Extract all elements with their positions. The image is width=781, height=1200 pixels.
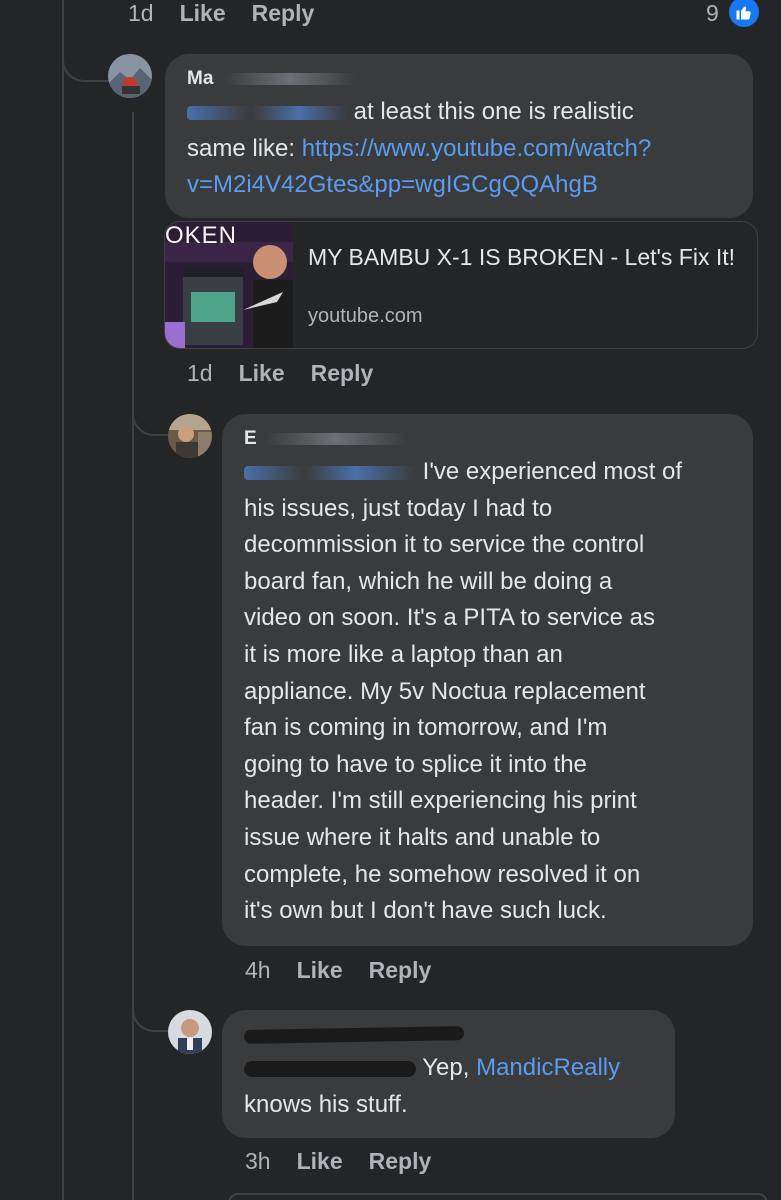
like-button[interactable]: Like — [297, 1148, 343, 1175]
video-thumbnail: OKEN — [165, 222, 293, 348]
comment-text: Yep, MandicReally knows his stuff. — [244, 1054, 621, 1118]
comment-thread: 1d Like Reply 9 Ma at least this one is … — [0, 0, 781, 1200]
avatar[interactable] — [108, 54, 152, 98]
thread-line-outer — [62, 0, 64, 1200]
redacted-mention[interactable] — [244, 465, 416, 480]
comment-actions-1: 1d Like Reply — [187, 360, 399, 387]
top-comment-actions: 1d Like Reply — [128, 0, 340, 27]
comment-actions-2: 4h Like Reply — [245, 957, 457, 984]
comment-text: at least this one is realistic same like… — [187, 98, 652, 199]
user-mention[interactable]: MandicReally — [476, 1054, 620, 1081]
comment-author[interactable]: E — [244, 428, 731, 454]
reaction-count[interactable]: 9 — [706, 0, 719, 27]
redacted-name — [265, 432, 406, 445]
thread-connector-3 — [132, 990, 168, 1032]
reply-button[interactable]: Reply — [369, 1148, 432, 1175]
reply-button[interactable]: Reply — [311, 360, 374, 387]
comment-timestamp: 3h — [245, 1148, 271, 1174]
comment-timestamp: 1d — [187, 360, 213, 386]
like-button[interactable]: Like — [180, 0, 226, 27]
redacted-mention[interactable] — [244, 1060, 416, 1077]
redacted-name — [243, 1026, 465, 1044]
thumbnail-text: OKEN — [165, 222, 238, 249]
comment-author[interactable]: Ma — [187, 68, 731, 94]
redacted-name — [224, 72, 355, 85]
comment-timestamp: 1d — [128, 0, 154, 26]
comment-bubble-1: Ma at least this one is realistic same l… — [165, 54, 753, 218]
thread-connector-1 — [62, 40, 108, 82]
youtube-link[interactable]: https://www.youtube.com/watch? — [302, 135, 652, 162]
comment-bubble-3: Yep, MandicReally knows his stuff. — [222, 1010, 675, 1138]
reply-button[interactable]: Reply — [369, 957, 432, 984]
reply-button[interactable]: Reply — [252, 0, 315, 27]
comment-text: I've experienced most of his issues, jus… — [244, 458, 683, 925]
reply-input-partial[interactable] — [228, 1193, 768, 1200]
comment-actions-3: 3h Like Reply — [245, 1148, 457, 1175]
thread-connector-2 — [132, 390, 168, 436]
thread-line-inner — [132, 112, 134, 1200]
youtube-link-continued[interactable]: v=M2i4V42Gtes&pp=wgIGCgQQAhgB — [187, 171, 598, 198]
preview-title[interactable]: MY BAMBU X-1 IS BROKEN - Let's Fix It! — [308, 242, 738, 272]
avatar[interactable] — [168, 414, 212, 458]
link-preview-card[interactable]: OKEN MY BAMBU X-1 IS BROKEN - Let's Fix … — [164, 221, 758, 349]
comment-author[interactable] — [243, 1024, 653, 1050]
redacted-mention[interactable] — [187, 105, 347, 120]
like-button[interactable]: Like — [239, 360, 285, 387]
like-button[interactable]: Like — [297, 957, 343, 984]
comment-bubble-2: E I've experienced most of his issues, j… — [222, 414, 753, 946]
preview-domain: youtube.com — [308, 305, 423, 327]
comment-timestamp: 4h — [245, 957, 271, 983]
avatar[interactable] — [168, 1010, 212, 1054]
thumbs-up-icon — [729, 0, 759, 27]
